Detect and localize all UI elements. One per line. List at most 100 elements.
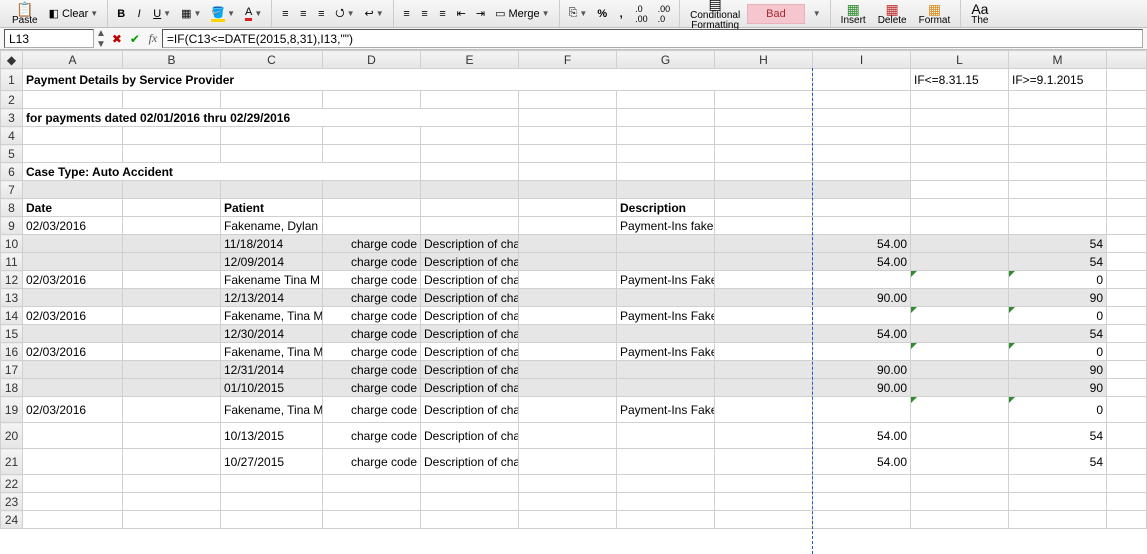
- cell[interactable]: [23, 493, 123, 511]
- cell[interactable]: [715, 271, 813, 289]
- formula-accept-button[interactable]: ✔: [126, 29, 144, 48]
- cell[interactable]: [23, 511, 123, 529]
- formula-cancel-button[interactable]: ✖: [108, 29, 126, 48]
- cell[interactable]: [911, 343, 1009, 361]
- cell[interactable]: [1107, 449, 1147, 475]
- wrap-text-button[interactable]: ↩▼: [359, 3, 388, 25]
- cell[interactable]: 12/30/2014: [221, 325, 323, 343]
- row-header[interactable]: 15: [1, 325, 23, 343]
- cell[interactable]: [617, 325, 715, 343]
- cell[interactable]: [813, 271, 911, 289]
- cell[interactable]: 12/09/2014: [221, 253, 323, 271]
- cell[interactable]: [421, 217, 519, 235]
- cell[interactable]: [617, 289, 715, 307]
- cell[interactable]: [1107, 325, 1147, 343]
- delete-button[interactable]: ▦ Delete: [872, 0, 913, 28]
- cell[interactable]: [23, 325, 123, 343]
- row-header[interactable]: 8: [1, 199, 23, 217]
- row-header[interactable]: 12: [1, 271, 23, 289]
- cell[interactable]: 90.00: [813, 289, 911, 307]
- cell[interactable]: [519, 511, 617, 529]
- merge-button[interactable]: ▭ Merge ▼: [490, 3, 555, 25]
- cell[interactable]: 0: [1009, 343, 1107, 361]
- cell[interactable]: [1107, 361, 1147, 379]
- col-header[interactable]: H: [715, 51, 813, 69]
- cell[interactable]: [1107, 217, 1147, 235]
- cell[interactable]: [715, 253, 813, 271]
- table-row[interactable]: 1402/03/2016Fakename, Tina Mcharge codeD…: [1, 307, 1147, 325]
- cell[interactable]: [1009, 511, 1107, 529]
- cell[interactable]: 54.00: [813, 449, 911, 475]
- row-header[interactable]: 22: [1, 475, 23, 493]
- italic-button[interactable]: I: [130, 3, 148, 25]
- increase-decimal-button[interactable]: .0.00: [630, 3, 653, 25]
- table-row[interactable]: 1602/03/2016Fakename, Tina Mcharge codeD…: [1, 343, 1147, 361]
- cell[interactable]: [123, 493, 221, 511]
- cell[interactable]: [23, 361, 123, 379]
- borders-button[interactable]: ▦▼: [176, 3, 206, 25]
- cell[interactable]: [911, 253, 1009, 271]
- col-header[interactable]: G: [617, 51, 715, 69]
- cell[interactable]: [23, 423, 123, 449]
- cell[interactable]: [1107, 271, 1147, 289]
- cell[interactable]: [123, 307, 221, 325]
- row-header[interactable]: 24: [1, 511, 23, 529]
- row-header[interactable]: 2: [1, 91, 23, 109]
- cell[interactable]: 10/27/2015: [221, 449, 323, 475]
- cell[interactable]: 54: [1009, 325, 1107, 343]
- cell[interactable]: [519, 271, 617, 289]
- comma-button[interactable]: ,: [612, 3, 630, 25]
- cell[interactable]: [1107, 475, 1147, 493]
- select-all-corner[interactable]: ◆: [1, 51, 23, 69]
- cell[interactable]: [1107, 511, 1147, 529]
- cell[interactable]: [519, 235, 617, 253]
- cell[interactable]: [715, 423, 813, 449]
- cell[interactable]: [617, 475, 715, 493]
- cell[interactable]: charge code: [323, 325, 421, 343]
- cell[interactable]: [519, 253, 617, 271]
- cell[interactable]: Fakename, Tina M: [221, 307, 323, 325]
- cell[interactable]: 02/03/2016: [23, 217, 123, 235]
- cell[interactable]: [123, 235, 221, 253]
- name-box-dropdown[interactable]: ▲▼: [94, 28, 108, 49]
- cell[interactable]: Description of charge: [421, 449, 519, 475]
- cell[interactable]: charge code: [323, 449, 421, 475]
- row-header[interactable]: 9: [1, 217, 23, 235]
- cell[interactable]: [911, 449, 1009, 475]
- align-top-button[interactable]: ≡: [276, 3, 294, 25]
- row-header[interactable]: 7: [1, 181, 23, 199]
- cell[interactable]: [813, 493, 911, 511]
- row-header[interactable]: 4: [1, 127, 23, 145]
- conditional-formatting-button[interactable]: ▤ Conditional Formatting: [684, 0, 746, 28]
- cell[interactable]: [813, 307, 911, 325]
- cell[interactable]: [715, 397, 813, 423]
- cell[interactable]: [911, 307, 1009, 325]
- cell[interactable]: [123, 253, 221, 271]
- cell[interactable]: Fakename, Tina M: [221, 343, 323, 361]
- cell[interactable]: [23, 449, 123, 475]
- cell[interactable]: [813, 69, 911, 91]
- table-row[interactable]: 1011/18/2014charge codeDescription of ch…: [1, 235, 1147, 253]
- cell[interactable]: 11/18/2014: [221, 235, 323, 253]
- cell[interactable]: [519, 493, 617, 511]
- cell[interactable]: [123, 289, 221, 307]
- cell[interactable]: Payment-Ins Fake Ck# (State Farm Insuran…: [617, 397, 715, 423]
- row[interactable]: 22: [1, 475, 1147, 493]
- row[interactable]: 6 Case Type: Auto Accident: [1, 163, 1147, 181]
- name-box[interactable]: L13: [4, 29, 94, 48]
- row[interactable]: 24: [1, 511, 1147, 529]
- cell[interactable]: [123, 343, 221, 361]
- cell[interactable]: charge code: [323, 253, 421, 271]
- cell[interactable]: 0: [1009, 397, 1107, 423]
- cell[interactable]: [715, 235, 813, 253]
- row-header[interactable]: 3: [1, 109, 23, 127]
- cell[interactable]: [123, 397, 221, 423]
- cell[interactable]: [911, 511, 1009, 529]
- cell[interactable]: [519, 475, 617, 493]
- cell[interactable]: Description of charge: [421, 235, 519, 253]
- spreadsheet-grid[interactable]: ◆ A B C D E F G H I L M 1 Payment Detail…: [0, 50, 1147, 529]
- cell[interactable]: [123, 217, 221, 235]
- cell[interactable]: [617, 511, 715, 529]
- cell[interactable]: [1009, 493, 1107, 511]
- cell[interactable]: [421, 493, 519, 511]
